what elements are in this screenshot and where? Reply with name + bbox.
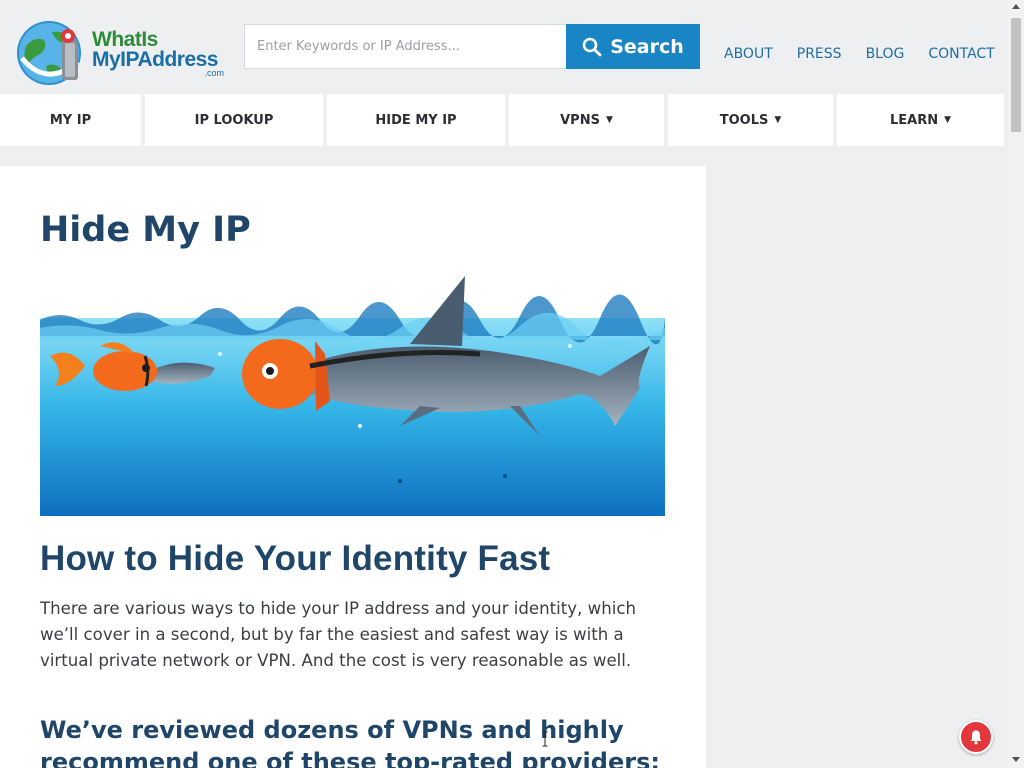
scroll-up-arrow-icon[interactable] — [1012, 4, 1020, 9]
caret-down-icon: ▼ — [605, 115, 613, 125]
logo-line-whatis: WhatIs — [92, 28, 158, 51]
nav-item-ip-lookup[interactable]: IP LOOKUP — [145, 94, 323, 146]
globe-logo-icon — [17, 21, 81, 85]
search-input[interactable] — [244, 24, 567, 69]
notification-bell-button[interactable] — [959, 720, 993, 754]
site-logo[interactable]: WhatIs MyIPAddress .com — [16, 18, 226, 88]
nav-item-tools[interactable]: TOOLS ▼ — [668, 94, 833, 146]
top-links: ABOUT PRESS BLOG CONTACT — [712, 46, 1007, 62]
nav-item-label: HIDE MY IP — [375, 112, 457, 128]
caret-down-icon: ▼ — [944, 115, 952, 125]
hero-illustration — [40, 276, 665, 516]
nav-item-label: TOOLS — [719, 112, 769, 128]
logo-suffix: .com — [204, 68, 224, 78]
scroll-thumb[interactable] — [1011, 18, 1021, 132]
bell-icon — [970, 730, 982, 745]
nav-item-vpns[interactable]: VPNS ▼ — [509, 94, 664, 146]
nav-item-label: VPNS — [560, 112, 600, 128]
page-title: Hide My IP — [40, 210, 251, 250]
top-link-blog[interactable]: BLOG — [854, 46, 917, 62]
logo-text: WhatIs MyIPAddress — [92, 28, 219, 71]
logo-line-myipaddress: MyIPAddress — [92, 48, 219, 71]
recommend-heading: We’ve reviewed dozens of VPNs and highly… — [40, 716, 660, 768]
nav-item-label: LEARN — [889, 112, 939, 128]
nav-item-learn[interactable]: LEARN ▼ — [837, 94, 1004, 146]
text-cursor-icon — [542, 731, 548, 747]
intro-paragraph: There are various ways to hide your IP a… — [40, 599, 636, 670]
caret-down-icon: ▼ — [774, 115, 782, 125]
search-button[interactable]: Search — [566, 24, 700, 69]
top-link-about[interactable]: ABOUT — [712, 46, 785, 62]
nav-item-my-ip[interactable]: MY IP — [0, 94, 141, 146]
scroll-down-arrow-icon[interactable] — [1012, 757, 1020, 762]
nav-item-hide-my-ip[interactable]: HIDE MY IP — [327, 94, 505, 146]
section-heading: How to Hide Your Identity Fast — [40, 539, 551, 578]
page-scrollbar[interactable] — [1008, 0, 1024, 768]
main-content: Hide My IP How to Hide Your Identity Fas… — [0, 166, 706, 768]
hero-image — [40, 276, 665, 516]
search-button-label: Search — [610, 35, 684, 58]
search-icon — [582, 37, 602, 56]
nav-item-label: IP LOOKUP — [194, 112, 274, 128]
top-link-press[interactable]: PRESS — [785, 46, 854, 62]
nav-item-label: MY IP — [49, 112, 92, 128]
main-nav: MY IP IP LOOKUP HIDE MY IP VPNS ▼ TOOLS … — [0, 94, 1008, 146]
top-link-contact[interactable]: CONTACT — [916, 46, 1006, 62]
site-header: WhatIs MyIPAddress .com Search ABOUT PRE… — [0, 0, 1008, 94]
